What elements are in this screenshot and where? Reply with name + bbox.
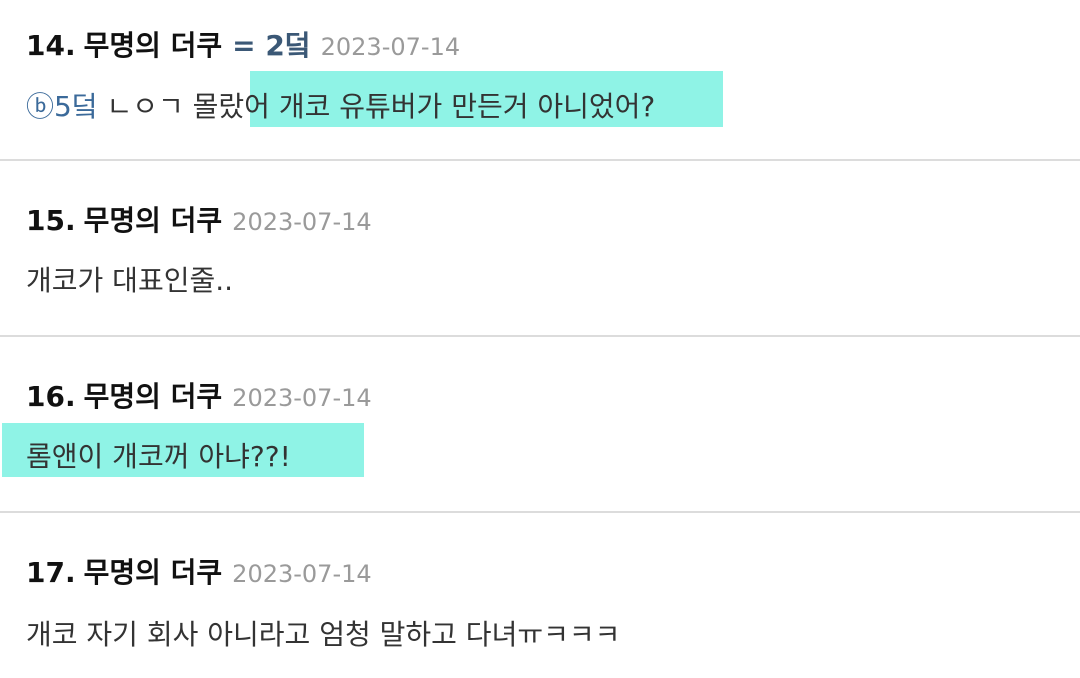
- comment-body: 개코 자기 회사 아니라고 엄청 말하고 다녀ㅠㅋㅋㅋ: [26, 613, 620, 653]
- comment-15: 15. 무명의 더쿠 2023-07-14 개코가 대표인줄..: [0, 161, 1080, 335]
- comment-14: 14. 무명의 더쿠 = 2덬 2023-07-14 ⓑ5덬 ㄴㅇㄱ 몰랐어 개…: [0, 0, 1080, 160]
- highlighted-text: 개코 유튜버가 만든거 아니었어?: [269, 90, 656, 123]
- comment-header: 16. 무명의 더쿠 2023-07-14: [26, 375, 372, 415]
- comment-body: 롬앤이 개코꺼 아냐??!: [26, 435, 291, 475]
- highlighted-text: 롬앤이 개코꺼 아냐??!: [26, 440, 291, 473]
- comment-body: ⓑ5덬 ㄴㅇㄱ 몰랐어 개코 유튜버가 만든거 아니었어?: [26, 85, 655, 125]
- comment-date: 2023-07-14: [232, 560, 372, 588]
- comment-number: 17.: [26, 556, 76, 589]
- comment-header: 17. 무명의 더쿠 2023-07-14: [26, 551, 372, 591]
- comment-date: 2023-07-14: [232, 384, 372, 412]
- comment-text: ㄴㅇㄱ 몰랐어: [97, 90, 270, 123]
- comment-16: 16. 무명의 더쿠 2023-07-14 롬앤이 개코꺼 아냐??!: [0, 337, 1080, 511]
- comment-author[interactable]: 무명의 더쿠: [84, 24, 223, 64]
- comment-author[interactable]: 무명의 더쿠: [84, 551, 223, 591]
- comment-header: 15. 무명의 더쿠 2023-07-14: [26, 199, 372, 239]
- comment-author[interactable]: 무명의 더쿠: [84, 199, 223, 239]
- comment-text: 개코 자기 회사 아니라고 엄청 말하고 다녀ㅠㅋㅋㅋ: [26, 618, 621, 651]
- comment-author[interactable]: 무명의 더쿠: [84, 375, 223, 415]
- mention-link[interactable]: ⓑ5덬: [26, 90, 98, 123]
- comment-header: 14. 무명의 더쿠 = 2덬 2023-07-14: [26, 24, 460, 64]
- comment-number: 15.: [26, 204, 76, 237]
- comment-date: 2023-07-14: [320, 33, 461, 61]
- comment-number: 16.: [26, 380, 76, 413]
- comment-date: 2023-07-14: [232, 208, 372, 236]
- reply-reference-link[interactable]: = 2덬: [232, 24, 310, 64]
- comment-number: 14.: [26, 29, 76, 62]
- comment-17: 17. 무명의 더쿠 2023-07-14 개코 자기 회사 아니라고 엄청 말…: [0, 513, 1080, 678]
- comment-text: 개코가 대표인줄..: [26, 264, 234, 297]
- comment-body: 개코가 대표인줄..: [26, 259, 233, 299]
